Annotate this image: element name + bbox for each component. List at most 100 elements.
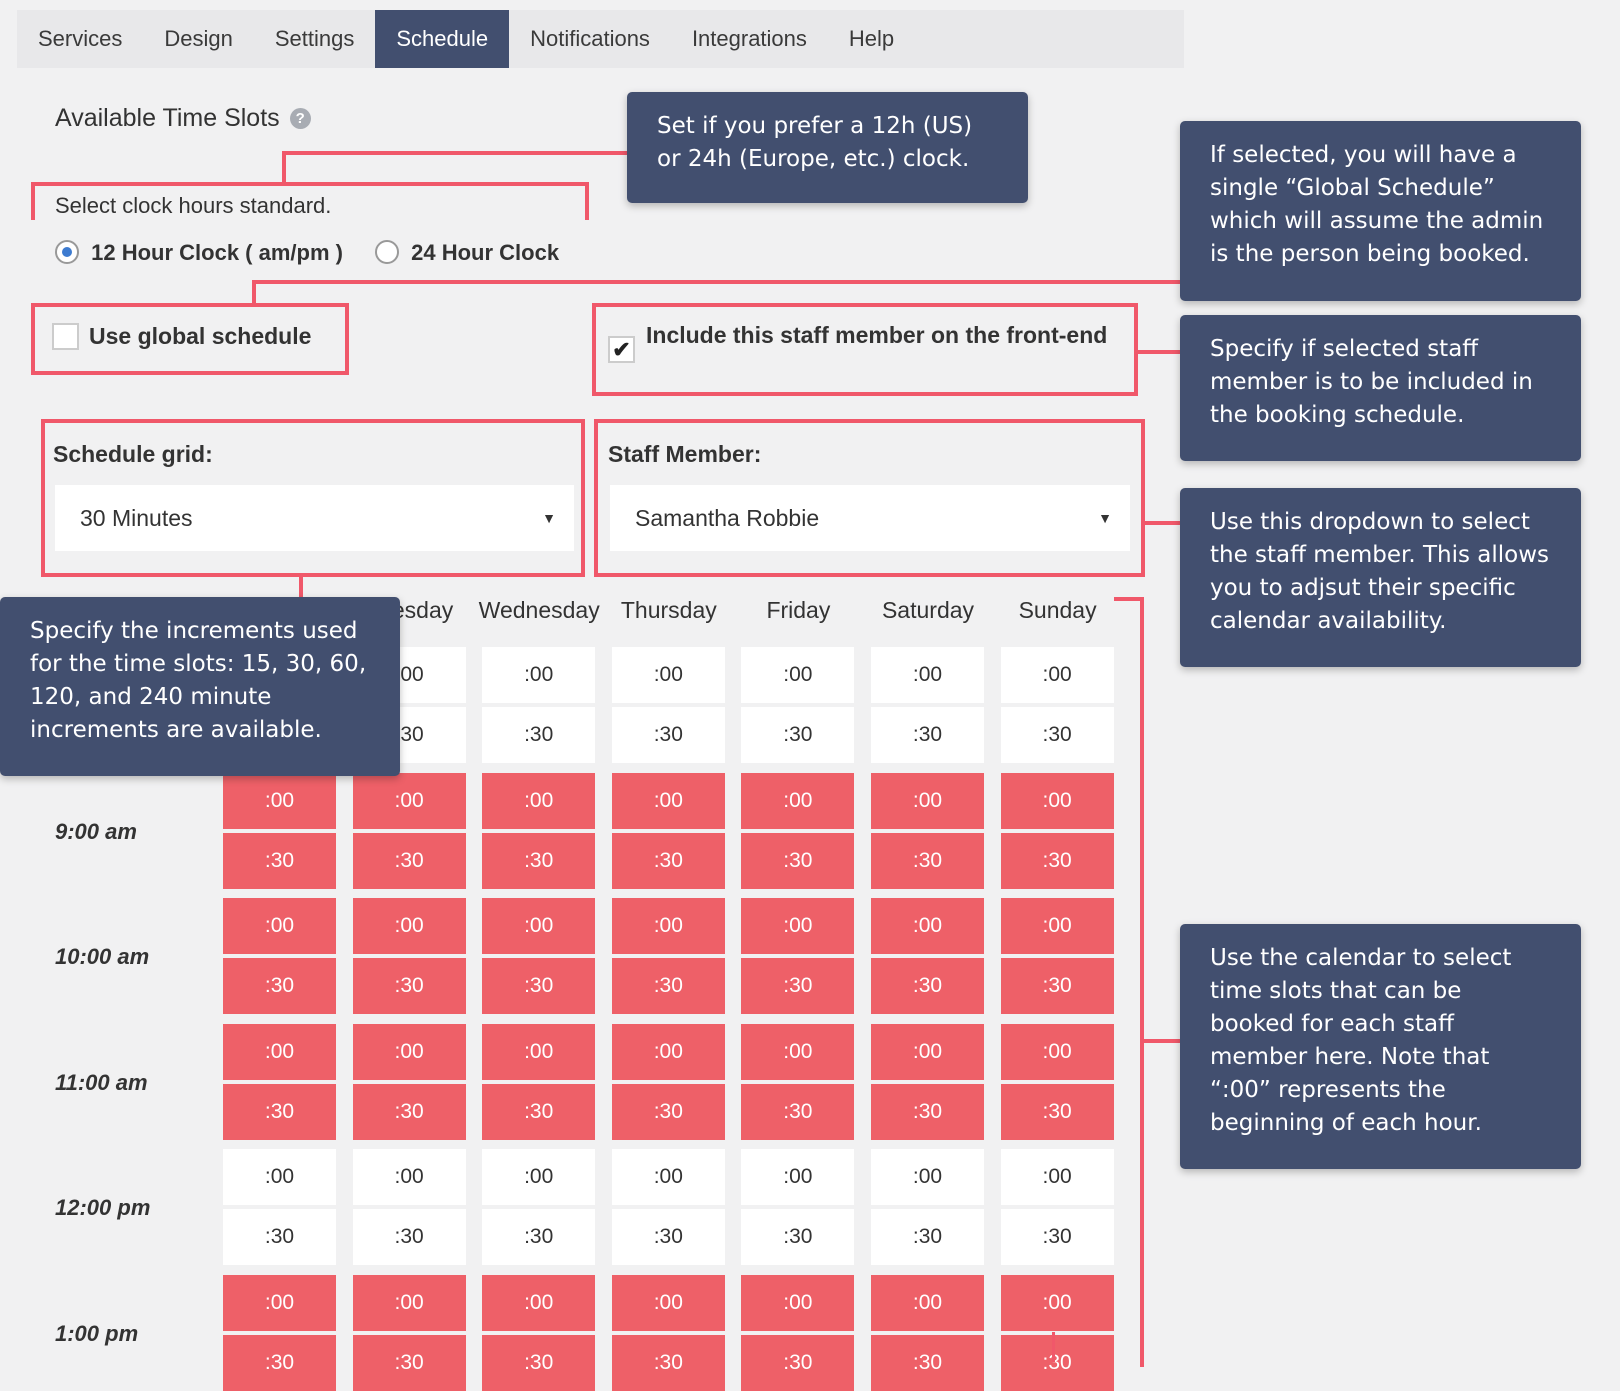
time-slot[interactable]: :00	[352, 772, 466, 829]
time-slot[interactable]: :00	[482, 1274, 596, 1331]
time-slot[interactable]: :30	[223, 1334, 336, 1391]
time-slot[interactable]: :30	[871, 707, 984, 763]
time-slot[interactable]: :30	[741, 1334, 855, 1391]
radio-24h[interactable]: 24 Hour Clock	[375, 240, 559, 266]
global-schedule-checkbox[interactable]: Use global schedule	[52, 322, 311, 351]
time-slot[interactable]: :30	[482, 1334, 596, 1391]
time-slot[interactable]: :00	[1000, 772, 1114, 829]
tab-settings[interactable]: Settings	[254, 10, 376, 68]
time-slot[interactable]: :30	[223, 1083, 336, 1140]
time-slot[interactable]: :00	[482, 772, 596, 829]
time-slot[interactable]: :30	[1000, 1334, 1114, 1391]
time-slot[interactable]: :00	[352, 898, 466, 954]
time-slot[interactable]: :00	[1000, 1023, 1114, 1080]
time-slot[interactable]: :30	[1000, 1209, 1114, 1265]
time-slot[interactable]: :30	[871, 958, 984, 1014]
help-icon[interactable]: ?	[289, 108, 311, 129]
time-slot[interactable]: :30	[741, 958, 855, 1014]
radio-12h[interactable]: 12 Hour Clock ( am/pm )	[55, 240, 343, 266]
time-slot[interactable]: :00	[482, 647, 596, 703]
time-slot[interactable]: :30	[741, 1209, 855, 1265]
time-slot[interactable]: :00	[611, 1023, 725, 1080]
tab-services[interactable]: Services	[17, 10, 143, 68]
time-slot[interactable]: :30	[223, 832, 336, 889]
time-slot[interactable]: :30	[871, 832, 984, 889]
time-slot[interactable]: :30	[741, 832, 855, 889]
time-slot[interactable]: :30	[871, 1209, 984, 1265]
time-slot[interactable]: :00	[223, 898, 336, 954]
time-slot[interactable]: :00	[871, 1274, 984, 1331]
time-slot[interactable]: :00	[871, 898, 984, 954]
time-slot[interactable]: :30	[1000, 958, 1114, 1014]
tab-notifications[interactable]: Notifications	[509, 10, 671, 68]
time-slot[interactable]: :30	[741, 707, 855, 763]
time-slot[interactable]: :00	[352, 1274, 466, 1331]
time-slot[interactable]: :00	[223, 1023, 336, 1080]
time-slot[interactable]: :00	[871, 772, 984, 829]
time-slot[interactable]: :00	[352, 1149, 466, 1205]
time-slot[interactable]: :30	[611, 1334, 725, 1391]
time-slot[interactable]: :30	[871, 1083, 984, 1140]
time-slot[interactable]: :30	[871, 1334, 984, 1391]
time-slot[interactable]: :00	[223, 1149, 336, 1205]
time-slot[interactable]: :30	[482, 707, 596, 763]
callout-include-staff: Specify if selected staff member is to b…	[1180, 315, 1581, 461]
time-slot[interactable]: :00	[482, 1149, 596, 1205]
time-slot[interactable]: :30	[352, 1083, 466, 1140]
time-slot[interactable]: :00	[1000, 1149, 1114, 1205]
time-slot[interactable]: :00	[223, 1274, 336, 1331]
tab-schedule[interactable]: Schedule	[375, 10, 510, 68]
include-staff-checkbox[interactable]: ✔ Include this staff member on the front-…	[608, 322, 1108, 363]
time-slot[interactable]: :00	[1000, 647, 1114, 703]
time-slot[interactable]: :30	[611, 1209, 725, 1265]
time-slot[interactable]: :00	[1000, 1274, 1114, 1331]
staff-member-select[interactable]: Samantha Robbie ▼	[610, 485, 1130, 551]
time-slot[interactable]: :30	[352, 1334, 466, 1391]
time-slot[interactable]: :00	[223, 772, 336, 829]
time-slot[interactable]: :30	[1000, 707, 1114, 763]
time-slot[interactable]: :00	[611, 1274, 725, 1331]
time-slot[interactable]: :30	[1000, 832, 1114, 889]
time-slot[interactable]: :30	[611, 958, 725, 1014]
time-slot[interactable]: :30	[482, 958, 596, 1014]
time-slot[interactable]: :30	[223, 958, 336, 1014]
schedule-grid-select[interactable]: 30 Minutes ▼	[55, 485, 574, 551]
checkbox-icon[interactable]	[52, 323, 79, 351]
time-slot[interactable]: :00	[352, 1023, 466, 1080]
time-slot[interactable]: :30	[223, 1209, 336, 1265]
radio-icon[interactable]	[375, 240, 399, 264]
time-slot[interactable]: :30	[352, 1209, 466, 1265]
time-slot[interactable]: :00	[611, 1149, 725, 1205]
time-slot[interactable]: :00	[611, 898, 725, 954]
time-slot[interactable]: :30	[611, 832, 725, 889]
tab-integrations[interactable]: Integrations	[671, 10, 828, 68]
time-slot[interactable]: :30	[611, 1083, 725, 1140]
checkmark-icon[interactable]: ✔	[608, 336, 635, 363]
radio-icon[interactable]	[55, 240, 79, 264]
tab-bar: Services Design Settings Schedule Notificati…	[17, 10, 1184, 68]
time-slot[interactable]: :00	[741, 898, 855, 954]
tab-help[interactable]: Help	[828, 10, 915, 68]
time-slot[interactable]: :30	[352, 832, 466, 889]
time-slot[interactable]: :00	[611, 647, 725, 703]
time-slot[interactable]: :00	[741, 772, 855, 829]
time-slot[interactable]: :00	[482, 898, 596, 954]
tab-design[interactable]: Design	[143, 10, 253, 68]
time-slot[interactable]: :30	[482, 1083, 596, 1140]
time-slot[interactable]: :00	[871, 647, 984, 703]
time-slot[interactable]: :30	[741, 1083, 855, 1140]
time-slot[interactable]: :30	[482, 1209, 596, 1265]
time-slot[interactable]: :30	[482, 832, 596, 889]
time-slot[interactable]: :00	[611, 772, 725, 829]
time-slot[interactable]: :00	[741, 1149, 855, 1205]
time-slot[interactable]: :00	[741, 647, 855, 703]
time-slot[interactable]: :00	[871, 1149, 984, 1205]
time-slot[interactable]: :00	[1000, 898, 1114, 954]
time-slot[interactable]: :30	[611, 707, 725, 763]
time-slot[interactable]: :00	[741, 1274, 855, 1331]
time-slot[interactable]: :00	[482, 1023, 596, 1080]
time-slot[interactable]: :30	[1000, 1083, 1114, 1140]
time-slot[interactable]: :00	[741, 1023, 855, 1080]
time-slot[interactable]: :00	[871, 1023, 984, 1080]
time-slot[interactable]: :30	[352, 958, 466, 1014]
